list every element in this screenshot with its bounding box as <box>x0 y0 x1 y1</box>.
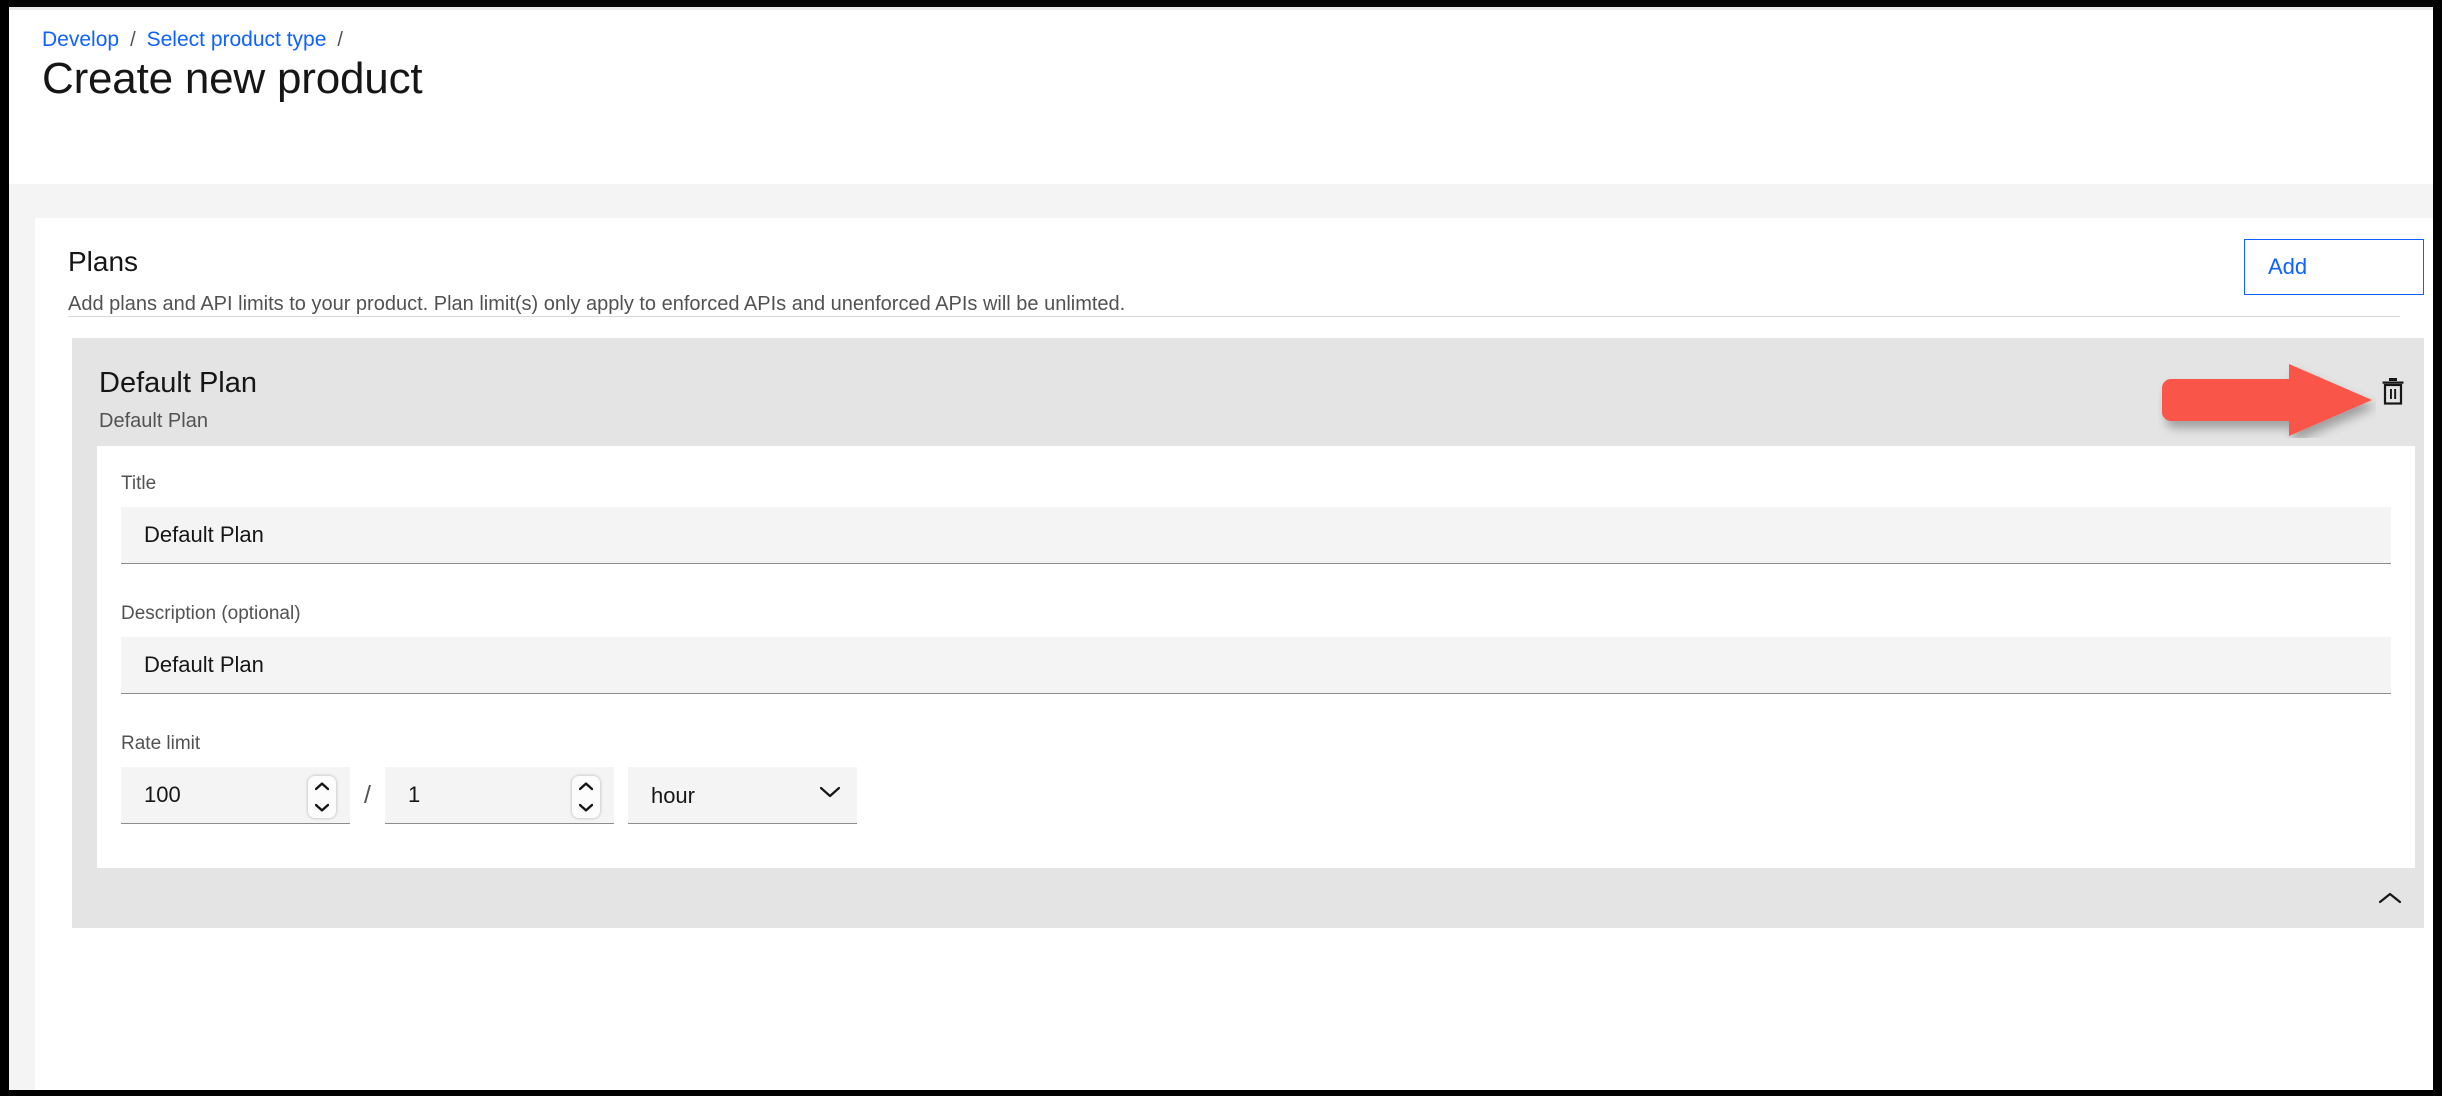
plan-title-input[interactable] <box>121 507 2391 564</box>
rate-limit-amount-increment[interactable] <box>308 776 336 797</box>
field-rate-limit: Rate limit <box>97 732 2415 824</box>
form-spacer-1 <box>97 564 2415 602</box>
page-header: Develop / Select product type / Create n… <box>9 7 2433 184</box>
rate-limit-unit-select[interactable]: secondminutehourdayweekmonth <box>628 767 857 824</box>
chevron-up-icon <box>2378 891 2402 906</box>
rate-limit-amount-wrapper <box>121 767 350 824</box>
rate-limit-unit-wrapper: secondminutehourdayweekmonth <box>628 767 857 824</box>
chevron-up-icon <box>579 782 593 791</box>
plan-panel-default-plan: Default Plan Default Plan <box>72 338 2424 928</box>
page-body: Plans Add plans and API limits to your p… <box>9 184 2433 1090</box>
plans-section-description: Add plans and API limits to your product… <box>68 291 2433 317</box>
field-label-description: Description (optional) <box>121 602 2391 626</box>
form-spacer-2 <box>97 694 2415 732</box>
trash-icon <box>2380 377 2406 405</box>
rate-limit-amount-decrement[interactable] <box>308 797 336 818</box>
add-plan-button[interactable]: Add <box>2244 239 2424 295</box>
rate-limit-amount-stepper[interactable] <box>308 776 336 818</box>
header-top-rule <box>9 7 2433 10</box>
breadcrumb-separator-2: / <box>337 27 343 53</box>
plans-header: Plans Add plans and API limits to your p… <box>35 218 2433 316</box>
rate-limit-period-increment[interactable] <box>572 776 600 797</box>
breadcrumb: Develop / Select product type / <box>42 27 354 53</box>
page-title: Create new product <box>42 51 422 107</box>
field-description: Description (optional) <box>97 602 2415 694</box>
delete-plan-button[interactable] <box>2376 374 2410 408</box>
plans-section-title: Plans <box>68 244 2433 280</box>
chevron-down-icon <box>579 803 593 812</box>
chevron-down-icon <box>315 803 329 812</box>
rate-limit-separator: / <box>364 767 371 824</box>
rate-limit-row: / <box>121 767 2391 824</box>
chevron-up-icon <box>315 782 329 791</box>
rate-limit-period-wrapper <box>385 767 614 824</box>
app-viewport: Develop / Select product type / Create n… <box>9 7 2433 1090</box>
breadcrumb-separator-1: / <box>130 27 136 53</box>
plan-subtitle: Default Plan <box>99 408 2424 434</box>
field-label-rate-limit: Rate limit <box>121 732 2391 756</box>
plan-panel-footer <box>72 868 2424 928</box>
field-label-title: Title <box>121 472 2391 496</box>
rate-limit-period-stepper[interactable] <box>572 776 600 818</box>
plan-description-input[interactable] <box>121 637 2391 694</box>
field-title: Title <box>97 472 2415 564</box>
plan-form: Title Description (optional) Rate limit <box>97 446 2415 868</box>
breadcrumb-item-select-product-type[interactable]: Select product type <box>147 27 327 53</box>
breadcrumb-item-develop[interactable]: Develop <box>42 27 119 53</box>
rate-limit-period-decrement[interactable] <box>572 797 600 818</box>
plan-panel-header: Default Plan Default Plan <box>72 338 2424 446</box>
plan-name: Default Plan <box>99 364 2424 402</box>
collapse-plan-button[interactable] <box>2372 880 2408 916</box>
plans-card: Plans Add plans and API limits to your p… <box>35 218 2433 1090</box>
